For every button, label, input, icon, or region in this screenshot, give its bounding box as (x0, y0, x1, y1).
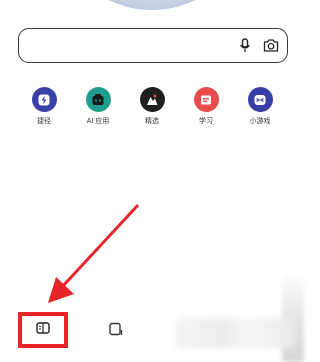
app-label: AI 应用 (86, 118, 110, 125)
app-study[interactable]: 学习 (180, 87, 232, 126)
study-icon (193, 87, 219, 112)
bottom-navigation (0, 300, 304, 362)
app-mini-games[interactable]: 小游戏 (234, 87, 286, 126)
tabs-icon[interactable] (108, 322, 124, 342)
lightning-icon (31, 87, 57, 112)
highlighted-tab[interactable] (18, 312, 68, 348)
quick-apps-row: 捷径 AI 应用 精选 学习 小游戏 (22, 87, 282, 135)
banner-image (62, 0, 242, 10)
app-label: 捷径 (37, 118, 51, 125)
ai-robot-icon (85, 87, 111, 112)
featured-icon (139, 87, 165, 112)
game-icon (247, 87, 273, 112)
app-featured[interactable]: 精选 (126, 87, 178, 126)
app-shortcut[interactable]: 捷径 (18, 87, 70, 126)
search-bar[interactable] (18, 28, 288, 63)
blurred-area (175, 318, 295, 348)
app-label: 精选 (145, 118, 159, 125)
app-label: 学习 (199, 118, 213, 125)
app-ai[interactable]: AI 应用 (72, 87, 124, 126)
camera-icon[interactable] (263, 38, 279, 58)
app-label: 小游戏 (249, 118, 271, 125)
book-reader-icon[interactable] (36, 321, 50, 339)
microphone-icon[interactable] (239, 38, 251, 58)
